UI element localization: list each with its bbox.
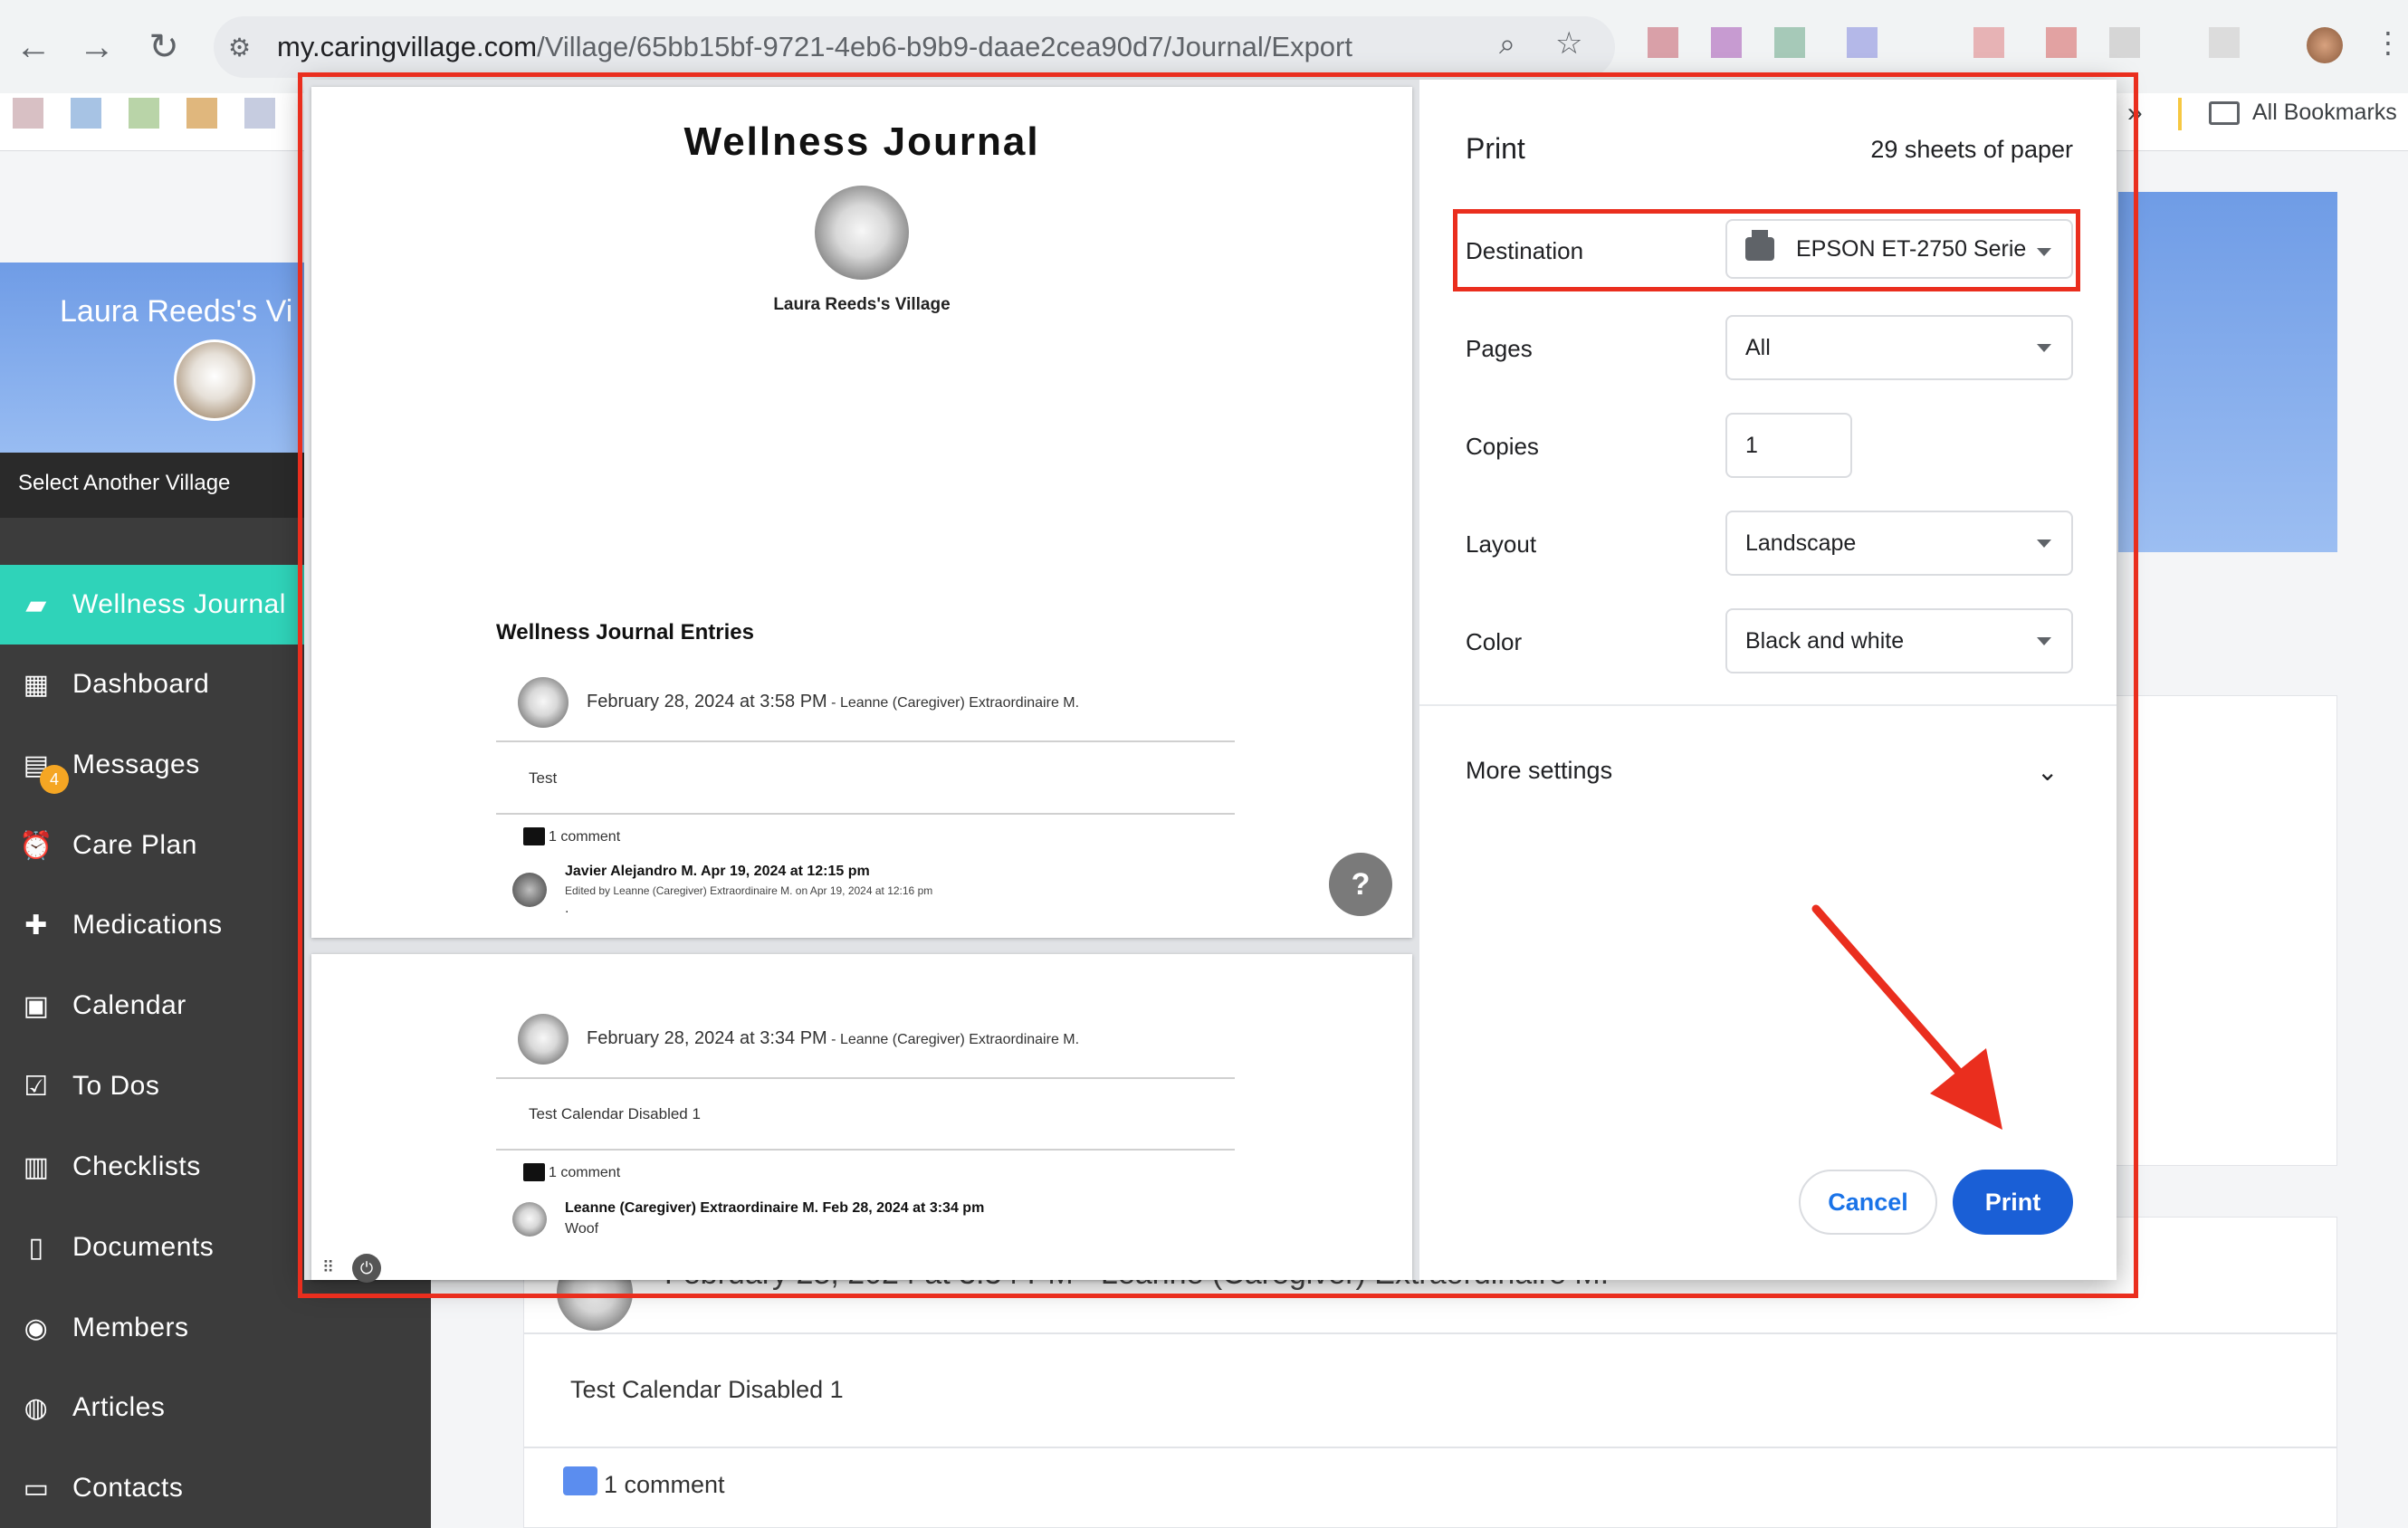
bookmark-icon[interactable] xyxy=(13,98,43,129)
all-bookmarks-label: All Bookmarks xyxy=(2252,100,2397,125)
messages-badge: 4 xyxy=(40,765,69,794)
globe-icon: ◍ xyxy=(24,1392,49,1423)
sidebar-item-label: To Dos xyxy=(72,1071,160,1101)
person-icon: ◉ xyxy=(24,1313,49,1343)
sidebar-item-label: Documents xyxy=(72,1232,215,1262)
url-host: my.caringvillage.com xyxy=(277,31,538,62)
url-text[interactable]: my.caringvillage.com/Village/65bb15bf-97… xyxy=(277,31,1352,63)
forward-arrow-icon[interactable]: → xyxy=(74,24,119,70)
checkbox-icon: ☑ xyxy=(24,1071,49,1102)
sidebar-item-articles[interactable]: ◍ Articles xyxy=(0,1368,431,1447)
comment-count-link[interactable]: 1 comment xyxy=(604,1471,725,1499)
village-name: Laura Reeds's Vi xyxy=(60,294,293,329)
extension-icon[interactable] xyxy=(2109,27,2140,58)
bookmark-icon[interactable] xyxy=(71,98,101,129)
bookmark-star-icon[interactable]: ☆ xyxy=(1555,25,1582,62)
back-arrow-icon[interactable]: ← xyxy=(11,24,56,70)
divider xyxy=(523,1332,2337,1334)
zoom-icon[interactable]: ⌕ xyxy=(1499,27,1515,62)
bookmark-icon[interactable] xyxy=(186,98,217,129)
sidebar-item-label: Messages xyxy=(72,750,200,779)
dashboard-icon: ▦ xyxy=(23,669,50,700)
divider xyxy=(523,1447,2337,1448)
sidebar-item-label: Wellness Journal xyxy=(72,589,286,619)
document-icon: ▯ xyxy=(28,1232,44,1263)
reload-icon[interactable]: ↻ xyxy=(141,24,186,70)
menu-dots-icon[interactable]: ⋮ xyxy=(2374,25,2403,60)
alarm-icon: ⏰ xyxy=(19,830,53,861)
sidebar-item-label: Dashboard xyxy=(72,669,210,699)
all-bookmarks-button[interactable]: All Bookmarks xyxy=(2209,100,2397,126)
extension-icon[interactable] xyxy=(2046,27,2077,58)
sidebar-item-label: Contacts xyxy=(72,1473,184,1503)
extension-icon[interactable] xyxy=(1648,27,1678,58)
sidebar-item-label: Medications xyxy=(72,910,223,940)
village-avatar xyxy=(174,339,255,421)
annotation-highlight-box xyxy=(1453,209,2080,291)
bookmark-icon[interactable] xyxy=(244,98,275,129)
url-path: /Village/65bb15bf-9721-4eb6-b9b9-daae2ce… xyxy=(537,31,1352,62)
site-settings-icon[interactable]: ⚙ xyxy=(228,33,251,62)
sidebar-item-label: Care Plan xyxy=(72,830,197,860)
bookmark-icon[interactable] xyxy=(129,98,159,129)
sidebar-item-label: Checklists xyxy=(72,1151,201,1181)
annotation-arrow-icon xyxy=(1811,904,2002,1130)
journal-icon: ▰ xyxy=(25,589,47,620)
plus-icon: ✚ xyxy=(24,910,48,941)
extension-icon[interactable] xyxy=(1711,27,1742,58)
sidebar-item-label: Members xyxy=(72,1313,189,1342)
bookmarks-separator xyxy=(2178,98,2182,130)
sidebar-item-label: Calendar xyxy=(72,990,186,1020)
extension-icon[interactable] xyxy=(1847,27,1878,58)
extension-icon[interactable] xyxy=(2209,27,2240,58)
comment-icon xyxy=(563,1466,597,1495)
sidebar-item-members[interactable]: ◉ Members xyxy=(0,1288,431,1368)
sidebar-item-contacts[interactable]: ▭ Contacts xyxy=(0,1448,431,1528)
profile-avatar[interactable] xyxy=(2307,27,2343,63)
contact-card-icon: ▭ xyxy=(23,1473,50,1504)
extension-icon[interactable] xyxy=(1973,27,2004,58)
extension-icon[interactable] xyxy=(1774,27,1805,58)
clipboard-icon: ▥ xyxy=(23,1151,50,1182)
calendar-icon: ▣ xyxy=(23,990,50,1021)
entry-body: Test Calendar Disabled 1 xyxy=(570,1376,844,1403)
sidebar-item-label: Articles xyxy=(72,1392,166,1422)
folder-icon xyxy=(2209,100,2240,125)
village-banner-illustration xyxy=(2118,192,2337,552)
